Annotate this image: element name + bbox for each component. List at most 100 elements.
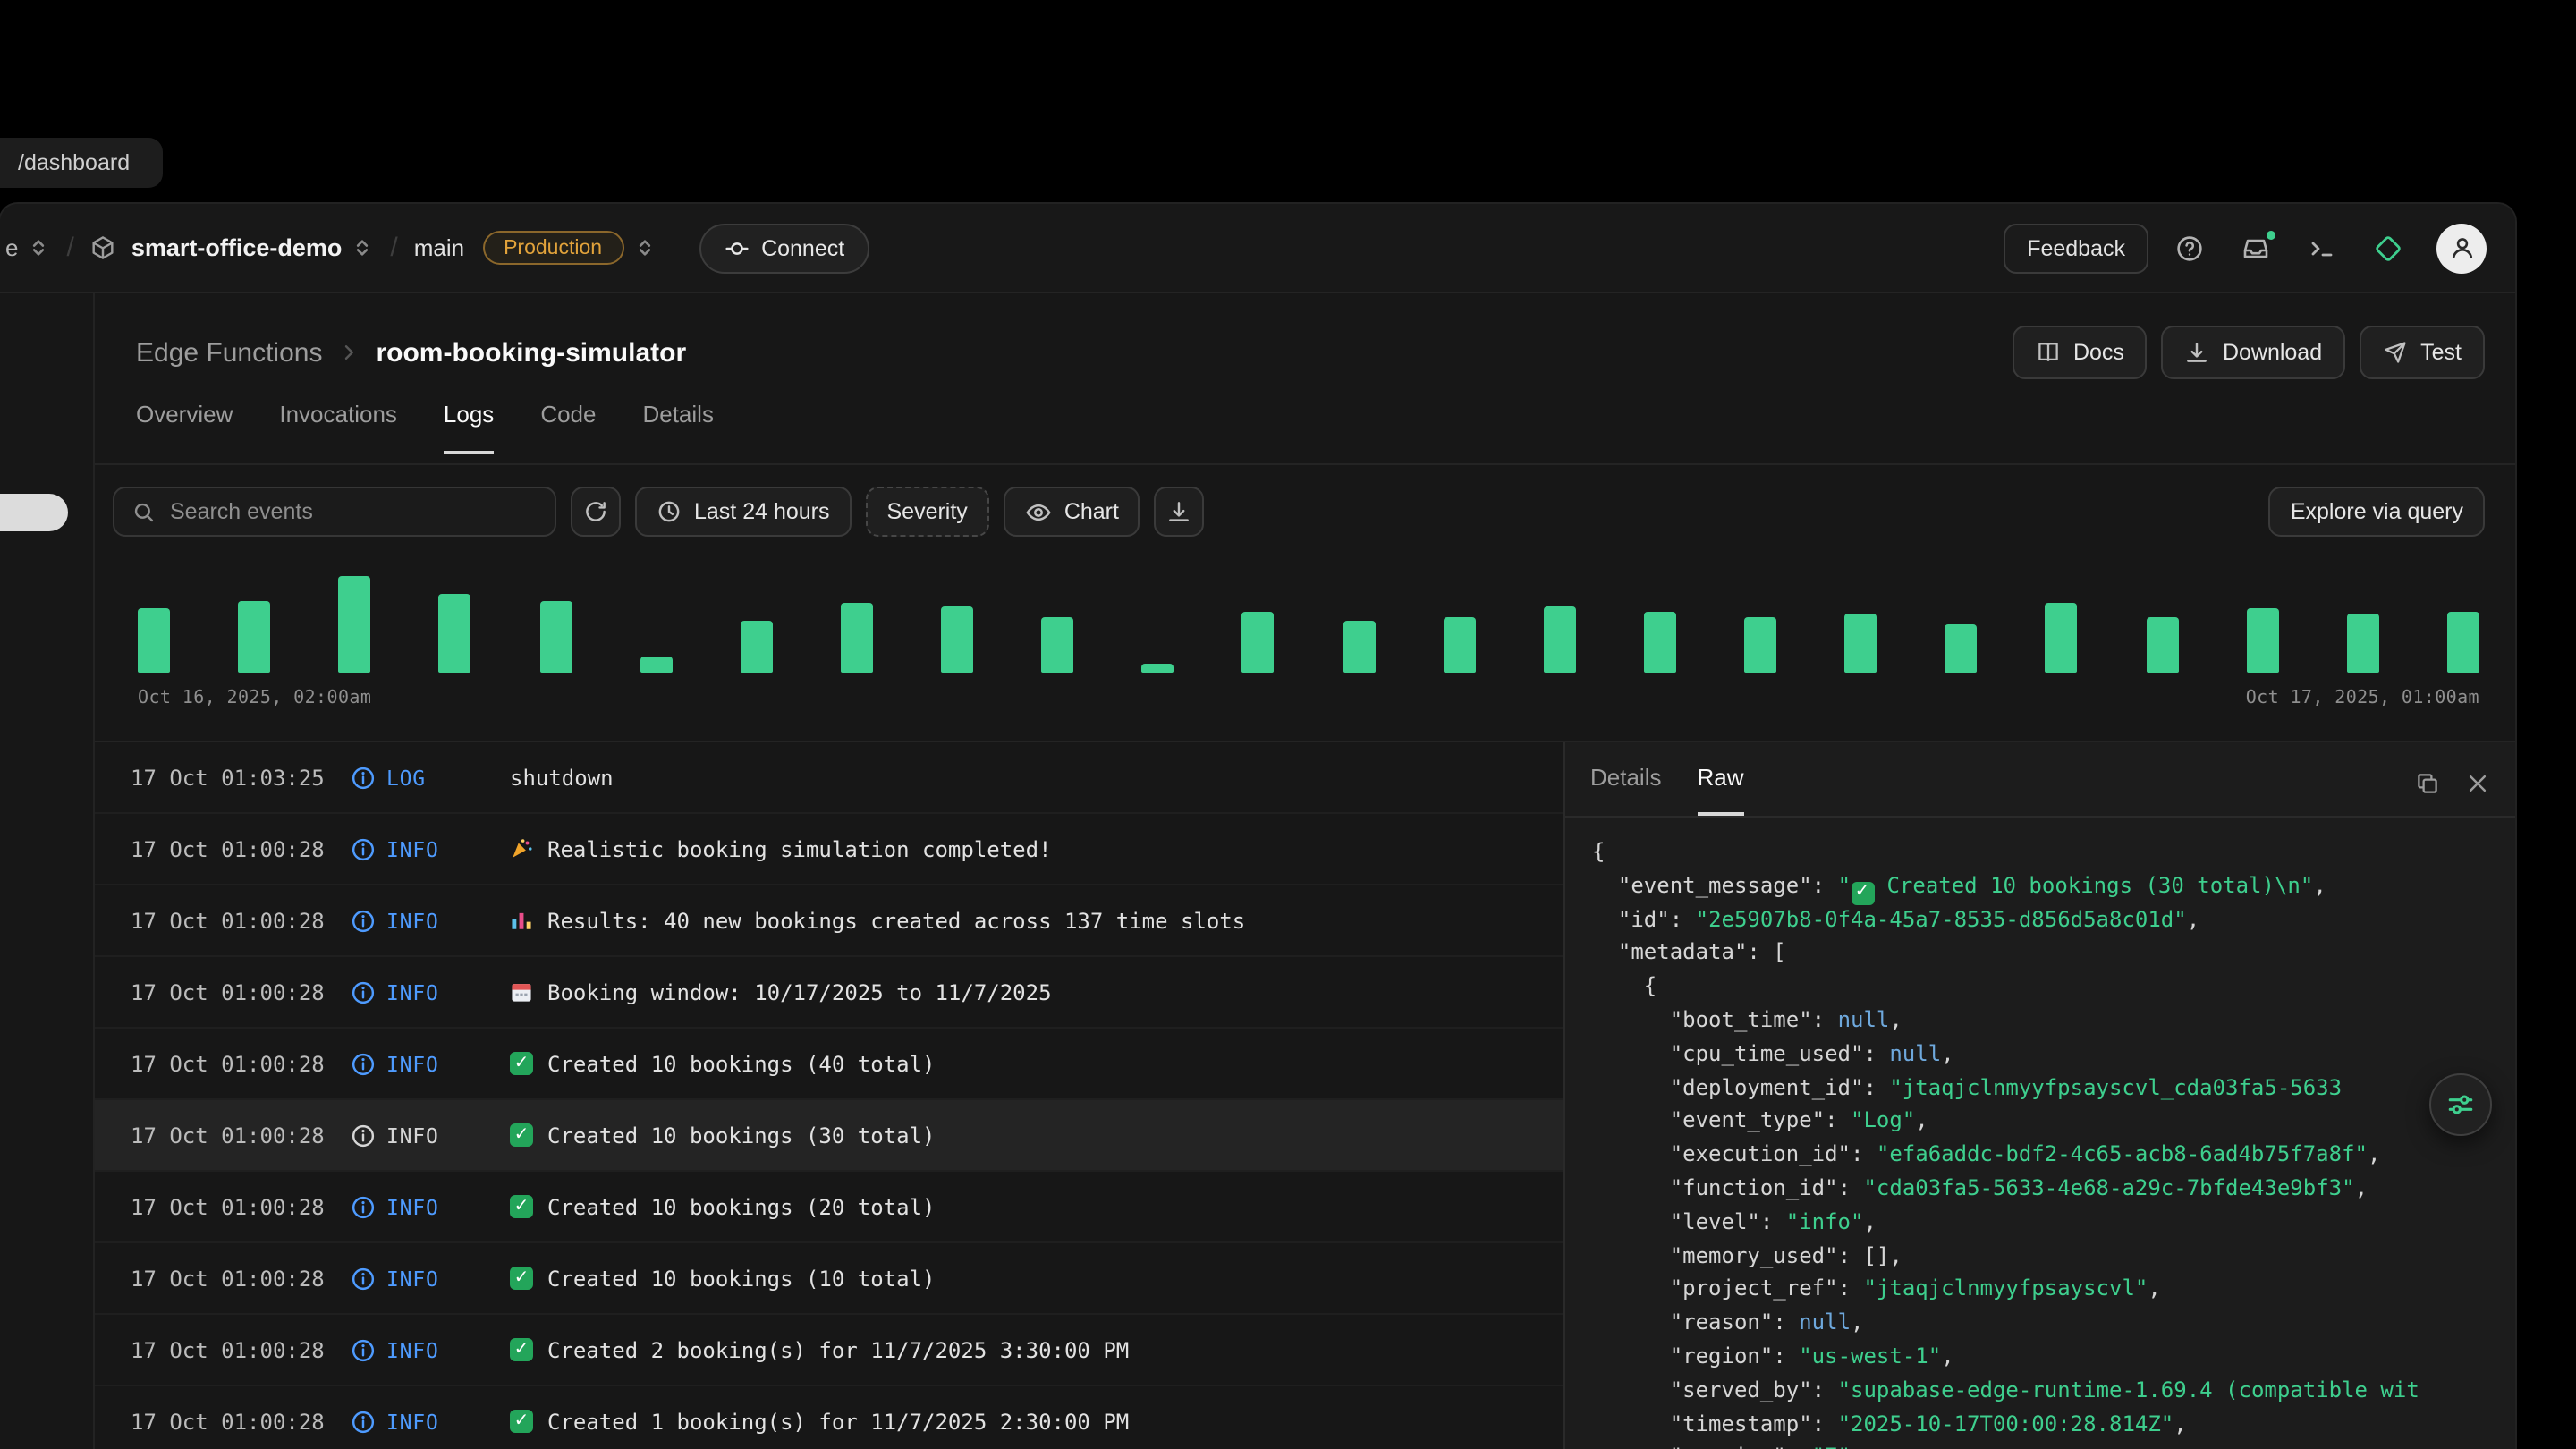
logs-toolbar: Last 24 hours Severity Chart — [95, 465, 2515, 537]
log-level-badge: INFO — [351, 1266, 510, 1291]
chart-bar[interactable] — [2146, 617, 2178, 673]
log-message: ✓Created 10 bookings (40 total) — [510, 1051, 1563, 1076]
main-panel: Edge Functions room-booking-simulator Do… — [95, 293, 2515, 1449]
check-emoji-icon: ✓ — [510, 1052, 533, 1075]
chart-bar[interactable] — [1945, 624, 1978, 673]
chart-bar[interactable] — [941, 606, 973, 673]
chart-bar[interactable] — [1744, 617, 1776, 673]
chevron-right-icon — [338, 342, 360, 363]
eye-icon — [1025, 498, 1052, 525]
chart-bar[interactable] — [1544, 606, 1576, 673]
log-message: ✓Created 1 booking(s) for 11/7/2025 2:30… — [510, 1409, 1563, 1434]
branch-name[interactable]: main — [414, 234, 464, 261]
chart-bar[interactable] — [841, 603, 873, 673]
log-row[interactable]: 17 Oct 01:00:28INFORealistic booking sim… — [95, 814, 1563, 886]
time-range-button[interactable]: Last 24 hours — [635, 487, 852, 537]
tab-logs[interactable]: Logs — [444, 401, 494, 454]
log-row[interactable]: 17 Oct 01:00:28INFO✓Created 10 bookings … — [95, 1172, 1563, 1243]
chart-bar[interactable] — [1844, 614, 1877, 673]
raw-json-line: "id": "2e5907b8-0f4a-45a7-8535-d856d5a8c… — [1592, 902, 2515, 936]
download-button[interactable]: Download — [2162, 326, 2345, 379]
chart-bar[interactable] — [1343, 621, 1375, 673]
calendar-emoji-icon — [510, 980, 533, 1004]
log-row[interactable]: 17 Oct 01:00:28INFO✓Created 10 bookings … — [95, 1100, 1563, 1172]
raw-json-line: "event_message": "✓ Created 10 bookings … — [1592, 869, 2515, 903]
test-button[interactable]: Test — [2360, 326, 2485, 379]
log-row[interactable]: 17 Oct 01:00:28INFO✓Created 1 booking(s)… — [95, 1386, 1563, 1449]
notification-dot — [2265, 228, 2277, 241]
log-row[interactable]: 17 Oct 01:00:28INFO✓Created 10 bookings … — [95, 1029, 1563, 1100]
chart-bar[interactable] — [2046, 603, 2078, 673]
docs-button[interactable]: Docs — [2012, 326, 2148, 379]
chevron-updown-icon[interactable] — [27, 236, 50, 259]
command-menu-button[interactable] — [2297, 223, 2347, 273]
raw-json-line: "cpu_time_used": null, — [1592, 1038, 2515, 1072]
chart-bar[interactable] — [238, 601, 270, 673]
export-logs-button[interactable] — [1155, 487, 1205, 537]
bar-chart-emoji-icon — [510, 909, 533, 932]
breadcrumb-separator: / — [390, 233, 397, 263]
party-popper-icon — [510, 837, 533, 860]
raw-json-line: { — [1592, 970, 2515, 1004]
log-message: Realistic booking simulation completed! — [510, 836, 1563, 861]
topbar-actions: Feedback — [2004, 223, 2487, 273]
refresh-button[interactable] — [571, 487, 621, 537]
page-actions: Docs Download Test — [2012, 326, 2485, 379]
close-icon[interactable] — [2465, 771, 2490, 796]
chart-bar[interactable] — [2347, 614, 2379, 673]
info-icon — [351, 765, 376, 790]
check-emoji-icon: ✓ — [510, 1338, 533, 1361]
chart-bar[interactable] — [539, 601, 572, 673]
chart-bar[interactable] — [339, 576, 371, 673]
detail-tab-details[interactable]: Details — [1590, 764, 1662, 816]
detail-tab-raw[interactable]: Raw — [1698, 764, 1744, 816]
chart-bar[interactable] — [1242, 612, 1275, 673]
axis-start-label: Oct 16, 2025, 02:00am — [138, 689, 371, 708]
log-row[interactable]: 17 Oct 01:00:28INFOResults: 40 new booki… — [95, 886, 1563, 957]
log-row[interactable]: 17 Oct 01:03:25LOGshutdown — [95, 742, 1563, 814]
help-button[interactable] — [2165, 223, 2215, 273]
breadcrumb: e / smart-office-demo / main Production — [0, 223, 869, 273]
copy-icon[interactable] — [2415, 771, 2440, 796]
avatar[interactable] — [2436, 223, 2487, 273]
raw-json-line: "execution_id": "efa6addc-bdf2-4c65-acb8… — [1592, 1138, 2515, 1172]
browser-tab-dashboard[interactable]: /dashboard — [0, 138, 162, 188]
tab-overview[interactable]: Overview — [136, 401, 233, 454]
chart-toggle-button[interactable]: Chart — [1004, 487, 1140, 537]
chart-bar[interactable] — [138, 608, 170, 673]
tab-invocations[interactable]: Invocations — [279, 401, 397, 454]
chart-bar[interactable] — [640, 657, 672, 673]
chart-bar[interactable] — [1443, 617, 1475, 673]
severity-filter-button[interactable]: Severity — [866, 487, 989, 537]
log-row[interactable]: 17 Oct 01:00:28INFO✓Created 10 bookings … — [95, 1243, 1563, 1315]
raw-json-line: "level": "info", — [1592, 1206, 2515, 1240]
tab-code[interactable]: Code — [540, 401, 596, 454]
ai-assistant-fab[interactable] — [2429, 1073, 2492, 1136]
chart-bar[interactable] — [1142, 664, 1174, 673]
log-timestamp: 17 Oct 01:00:28 — [131, 1123, 351, 1148]
chart-bar[interactable] — [439, 594, 471, 673]
chart-bar[interactable] — [741, 621, 773, 673]
inbox-button[interactable] — [2231, 223, 2281, 273]
chart-bar[interactable] — [1041, 617, 1073, 673]
project-name[interactable]: smart-office-demo — [131, 234, 343, 261]
log-level-badge: LOG — [351, 765, 510, 790]
log-level-badge: INFO — [351, 979, 510, 1004]
log-row[interactable]: 17 Oct 01:00:28INFOBooking window: 10/17… — [95, 957, 1563, 1029]
search-input[interactable] — [170, 499, 537, 524]
breadcrumb-edge-functions[interactable]: Edge Functions — [136, 337, 322, 368]
assistant-button[interactable] — [2363, 223, 2413, 273]
info-icon — [351, 1266, 376, 1291]
sidebar-active-indicator[interactable] — [0, 494, 68, 531]
tab-details[interactable]: Details — [642, 401, 714, 454]
chart-bar[interactable] — [1644, 612, 1676, 673]
log-row[interactable]: 17 Oct 01:00:28INFO✓Created 2 booking(s)… — [95, 1315, 1563, 1386]
chart-bar[interactable] — [2447, 612, 2479, 673]
feedback-button[interactable]: Feedback — [2004, 223, 2148, 273]
connect-button[interactable]: Connect — [699, 223, 869, 273]
org-name-truncated[interactable]: e — [5, 234, 18, 261]
explore-via-query-button[interactable]: Explore via query — [2269, 487, 2485, 537]
project-switcher-icon[interactable] — [351, 236, 374, 259]
chart-bar[interactable] — [2246, 608, 2278, 673]
branch-switcher-icon[interactable] — [632, 236, 656, 259]
